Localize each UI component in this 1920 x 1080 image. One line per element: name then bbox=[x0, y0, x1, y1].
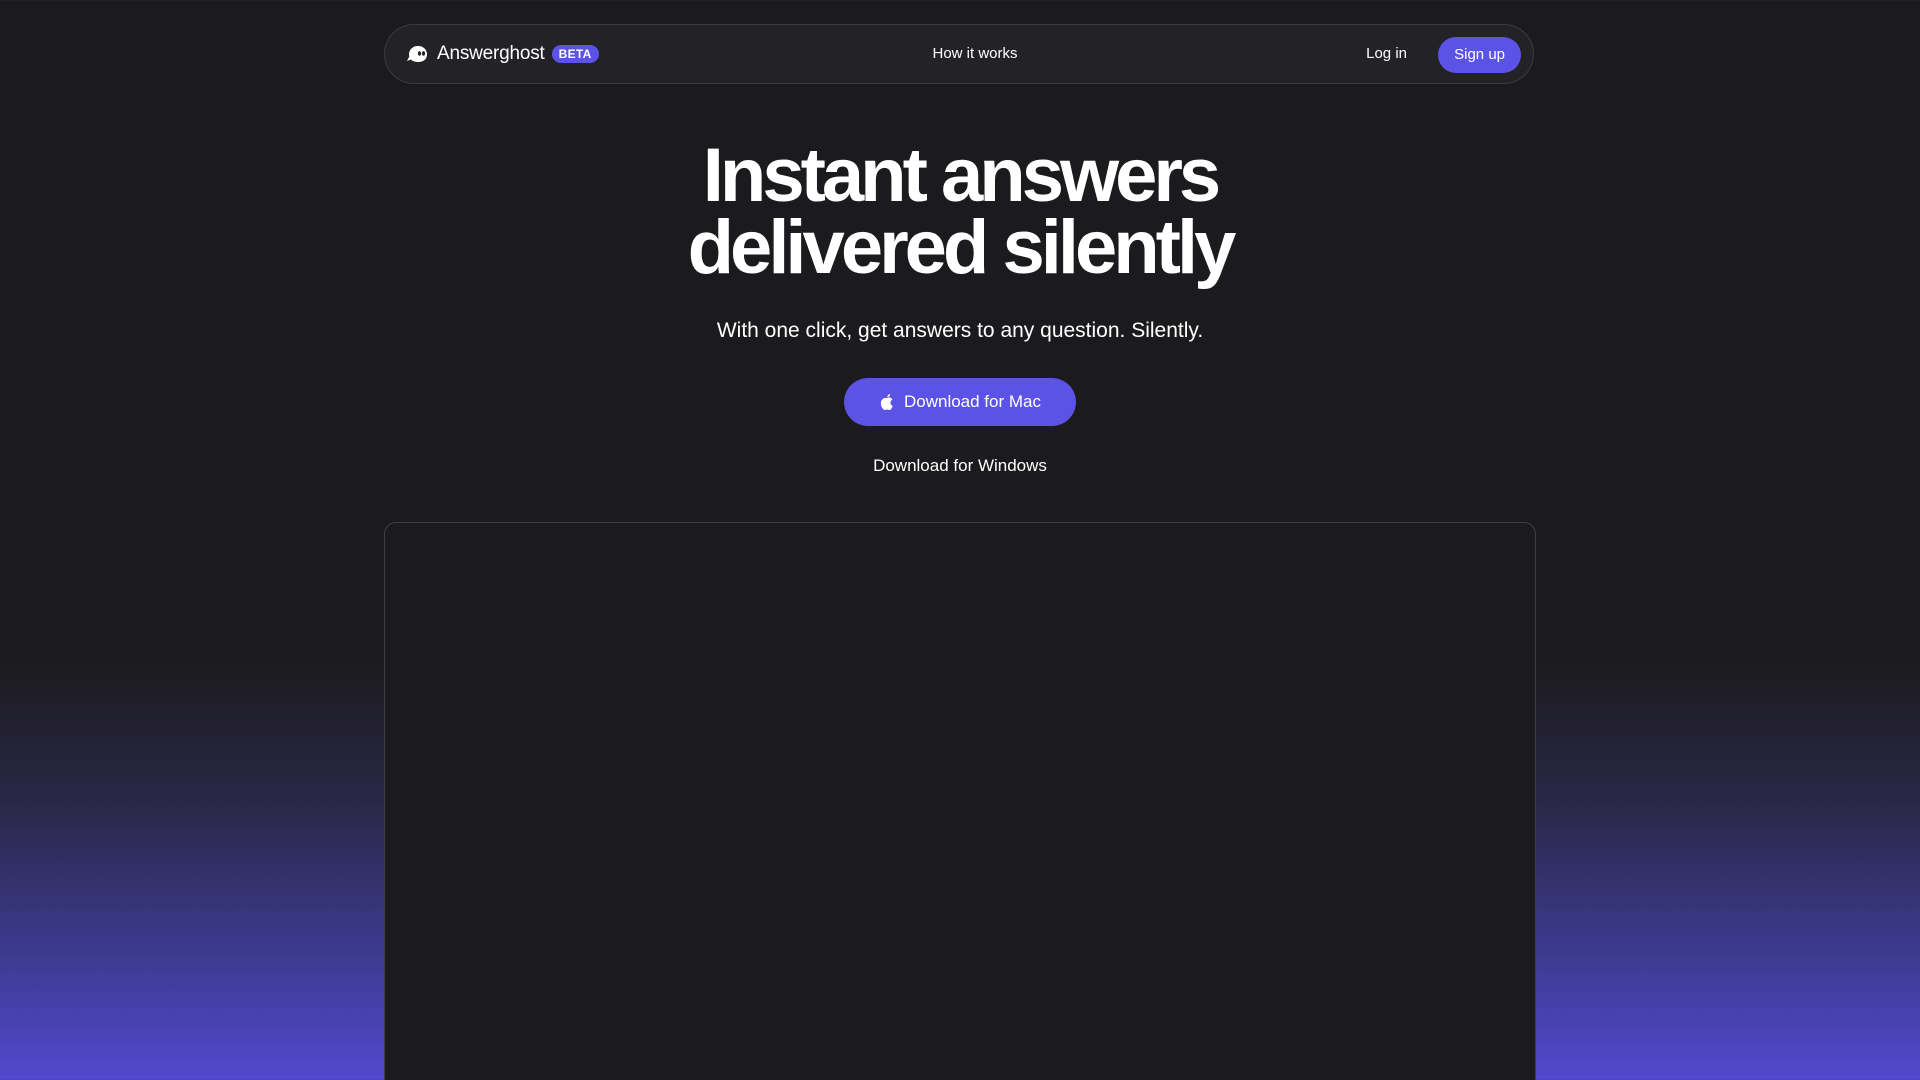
windows-link-row: Download for Windows bbox=[0, 456, 1920, 476]
brand-logo[interactable]: Answerghost BETA bbox=[407, 25, 599, 83]
how-it-works-link[interactable]: How it works bbox=[932, 45, 1017, 62]
hero-subtitle: With one click, get answers to any quest… bbox=[716, 319, 1204, 342]
ghost-icon bbox=[407, 43, 429, 65]
brand-name: Answerghost bbox=[437, 43, 545, 64]
hero-title-line-1: Instant answers bbox=[702, 133, 1221, 218]
download-mac-button[interactable]: Download for Mac bbox=[844, 378, 1076, 426]
signup-button[interactable]: Sign up bbox=[1438, 37, 1521, 73]
apple-icon bbox=[879, 393, 895, 411]
app-preview-frame bbox=[384, 522, 1536, 1080]
login-link[interactable]: Log in bbox=[1366, 25, 1407, 83]
hero-title-line-2: delivered silently bbox=[687, 205, 1237, 290]
download-mac-label: Download for Mac bbox=[903, 392, 1041, 411]
beta-badge: BETA bbox=[551, 45, 599, 63]
download-windows-link[interactable]: Download for Windows bbox=[873, 456, 1047, 475]
hero-title: Instant answers delivered silently bbox=[0, 133, 1920, 290]
top-navbar: Answerghost BETA How it works Log in Sig… bbox=[384, 24, 1534, 84]
